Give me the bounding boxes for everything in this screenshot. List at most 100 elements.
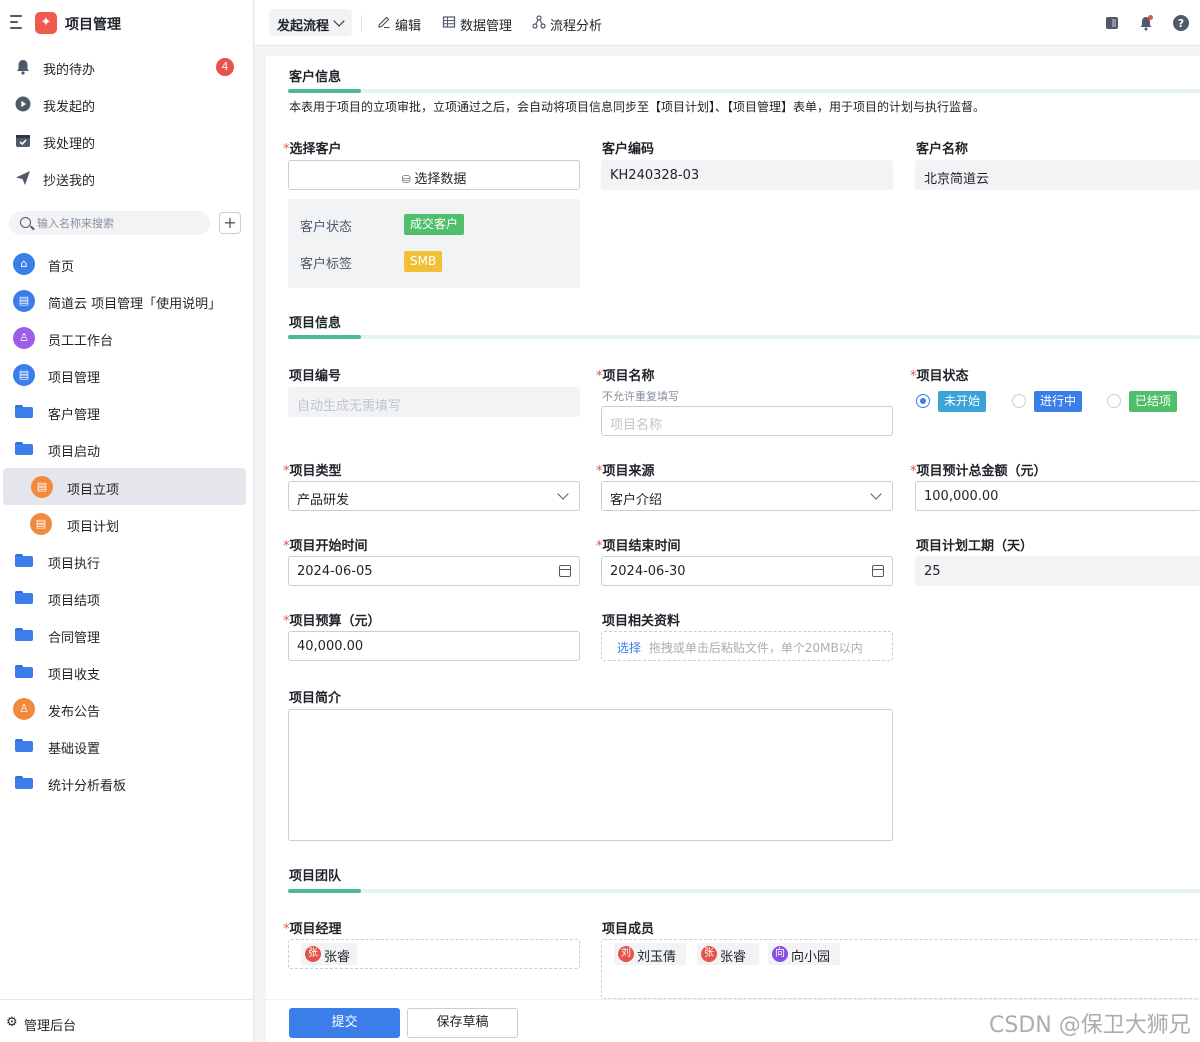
nav-item-analytics-dashboard[interactable]: 统计分析看板 — [0, 764, 254, 801]
member-name: 刘玉倩 — [637, 950, 677, 965]
state-radio-closed[interactable] — [1107, 394, 1121, 408]
nav-item-label: 项目启动 — [48, 445, 101, 460]
nav-item-project-approval[interactable]: ▤ 项目立项 — [3, 468, 246, 505]
member-chip[interactable]: 向 向小园 — [768, 943, 840, 965]
nav-item-announcements[interactable]: ♙ 发布公告 — [0, 690, 254, 727]
start-date-picker[interactable]: 2024-06-05 — [288, 556, 580, 586]
customer-name-field: 北京简道云 — [915, 160, 1200, 190]
quick-nav-label: 我发起的 — [43, 100, 96, 115]
edit-button[interactable]: 编辑 — [377, 14, 433, 34]
sidebar: ✦ 项目管理 我的待办 4 我发起的 我处理的 抄送我的 + ⌂ 首页 ▤ 简道… — [0, 0, 254, 1042]
project-type-select[interactable]: 产品研发 — [288, 481, 580, 511]
nav-item-workbench[interactable]: ♙ 员工工作台 — [0, 319, 254, 356]
project-name-input[interactable]: 项目名称 — [601, 406, 893, 436]
nav-item-project-closure[interactable]: 项目结项 — [0, 579, 254, 616]
budget-label: *项目预算（元） — [283, 614, 381, 629]
avatar: 刘 — [618, 946, 634, 962]
print-icon[interactable] — [1103, 14, 1121, 32]
nav-item-customer-management[interactable]: 客户管理 — [0, 393, 254, 430]
bell-icon — [17, 60, 29, 75]
manager-chip[interactable]: 张 张睿 — [301, 943, 357, 965]
state-radio-in-progress[interactable] — [1012, 394, 1026, 408]
member-chip[interactable]: 张 张睿 — [697, 943, 759, 965]
quick-nav-started[interactable]: 我发起的 — [0, 87, 254, 121]
database-icon: ⛁ — [401, 173, 415, 186]
save-draft-button[interactable]: 保存草稿 — [407, 1008, 518, 1038]
project-source-value: 客户介绍 — [610, 493, 663, 508]
end-date-label: *项目结束时间 — [596, 539, 681, 554]
select-data-button[interactable]: ⛁ 选择数据 — [288, 160, 580, 190]
chevron-down-icon — [870, 488, 882, 500]
help-icon[interactable]: ? — [1172, 14, 1190, 32]
folder-open-icon — [15, 442, 33, 455]
svg-text:?: ? — [1178, 17, 1184, 30]
budget-input[interactable]: 40,000.00 — [288, 631, 580, 661]
nav-item-project-start[interactable]: 项目启动 — [0, 430, 254, 467]
chevron-down-icon — [333, 15, 345, 27]
quick-nav-todo[interactable]: 我的待办 4 — [0, 50, 254, 84]
top-toolbar: 发起流程 编辑 数据管理 流程分析 ? — [255, 0, 1200, 46]
customer-status-label: 客户状态 — [300, 220, 353, 235]
nav-item-project-finance[interactable]: 项目收支 — [0, 653, 254, 690]
data-management-label: 数据管理 — [460, 19, 513, 34]
document-icon: ▤ — [13, 364, 35, 386]
nav-item-label: 项目管理 — [48, 371, 101, 386]
nav-item-label: 项目计划 — [67, 520, 120, 535]
nav-item-project-execution[interactable]: 项目执行 — [0, 542, 254, 579]
nav-search-input[interactable] — [37, 214, 205, 232]
customer-status-tag: 成交客户 — [404, 214, 465, 235]
file-select-link[interactable]: 选择 — [617, 641, 641, 655]
start-date-label: *项目开始时间 — [283, 539, 368, 554]
menu-collapse-icon[interactable] — [10, 15, 26, 29]
state-radio-not-started[interactable] — [916, 394, 930, 408]
nav-item-project-plan[interactable]: ▤ 项目计划 — [0, 505, 254, 542]
notification-bell-icon[interactable] — [1137, 14, 1155, 32]
project-type-value: 产品研发 — [297, 493, 350, 508]
project-source-select[interactable]: 客户介绍 — [601, 481, 893, 511]
nav-item-label: 项目立项 — [67, 483, 120, 498]
team-section-title: 项目团队 — [289, 869, 342, 884]
file-upload-area[interactable]: 选择 拖拽或单击后粘贴文件，单个20MB以内 — [601, 631, 893, 661]
nav-item-basic-settings[interactable]: 基础设置 — [0, 727, 254, 764]
member-chip[interactable]: 刘 刘玉倩 — [614, 943, 686, 965]
data-management-button[interactable]: 数据管理 — [442, 14, 522, 34]
submit-button[interactable]: 提交 — [289, 1008, 400, 1038]
nav-item-guide[interactable]: ▤ 简道云 项目管理「使用说明」 — [0, 282, 254, 319]
project-total-input[interactable]: 100,000.00 — [915, 481, 1200, 511]
admin-console-link[interactable]: ⚙ 管理后台 — [0, 999, 254, 1042]
nav-item-label: 客户管理 — [48, 408, 101, 423]
quick-nav-cc[interactable]: 抄送我的 — [0, 161, 254, 195]
end-date-picker[interactable]: 2024-06-30 — [601, 556, 893, 586]
nav-item-label: 员工工作台 — [48, 334, 114, 349]
quick-nav-handled[interactable]: 我处理的 — [0, 124, 254, 158]
quick-nav-label: 我的待办 — [43, 63, 96, 78]
nav-search — [9, 211, 210, 235]
calendar-icon — [872, 565, 884, 577]
nav-item-label: 首页 — [48, 260, 75, 275]
folder-icon — [15, 628, 33, 641]
table-icon — [442, 16, 456, 28]
avatar: 向 — [772, 946, 788, 962]
customer-name-value: 北京简道云 — [924, 172, 990, 187]
nav-item-contract-management[interactable]: 合同管理 — [0, 616, 254, 653]
nav-item-home[interactable]: ⌂ 首页 — [0, 245, 254, 282]
file-upload-text: 选择 拖拽或单击后粘贴文件，单个20MB以内 — [617, 639, 863, 656]
start-flow-label: 发起流程 — [277, 19, 330, 34]
folder-icon — [15, 554, 33, 567]
member-name: 张睿 — [720, 950, 747, 965]
member-name: 张睿 — [324, 950, 351, 965]
inbox-check-icon — [16, 135, 30, 147]
project-number-label: 项目编号 — [289, 369, 342, 384]
start-flow-button[interactable]: 发起流程 — [269, 9, 352, 36]
nav-item-project-management[interactable]: ▤ 项目管理 — [0, 356, 254, 393]
chevron-down-icon — [557, 488, 569, 500]
manager-picker[interactable]: 张 张睿 — [288, 939, 580, 969]
members-picker[interactable]: 刘 刘玉倩 张 张睿 向 向小园 — [601, 939, 1200, 999]
flow-analysis-button[interactable]: 流程分析 — [532, 14, 612, 34]
intro-textarea[interactable] — [288, 709, 893, 841]
toolbar-divider — [361, 15, 362, 31]
calendar-icon — [559, 565, 571, 577]
customer-section-title: 客户信息 — [289, 70, 342, 85]
add-button[interactable]: + — [219, 212, 241, 234]
customer-code-field: KH240328-03 — [601, 160, 893, 190]
